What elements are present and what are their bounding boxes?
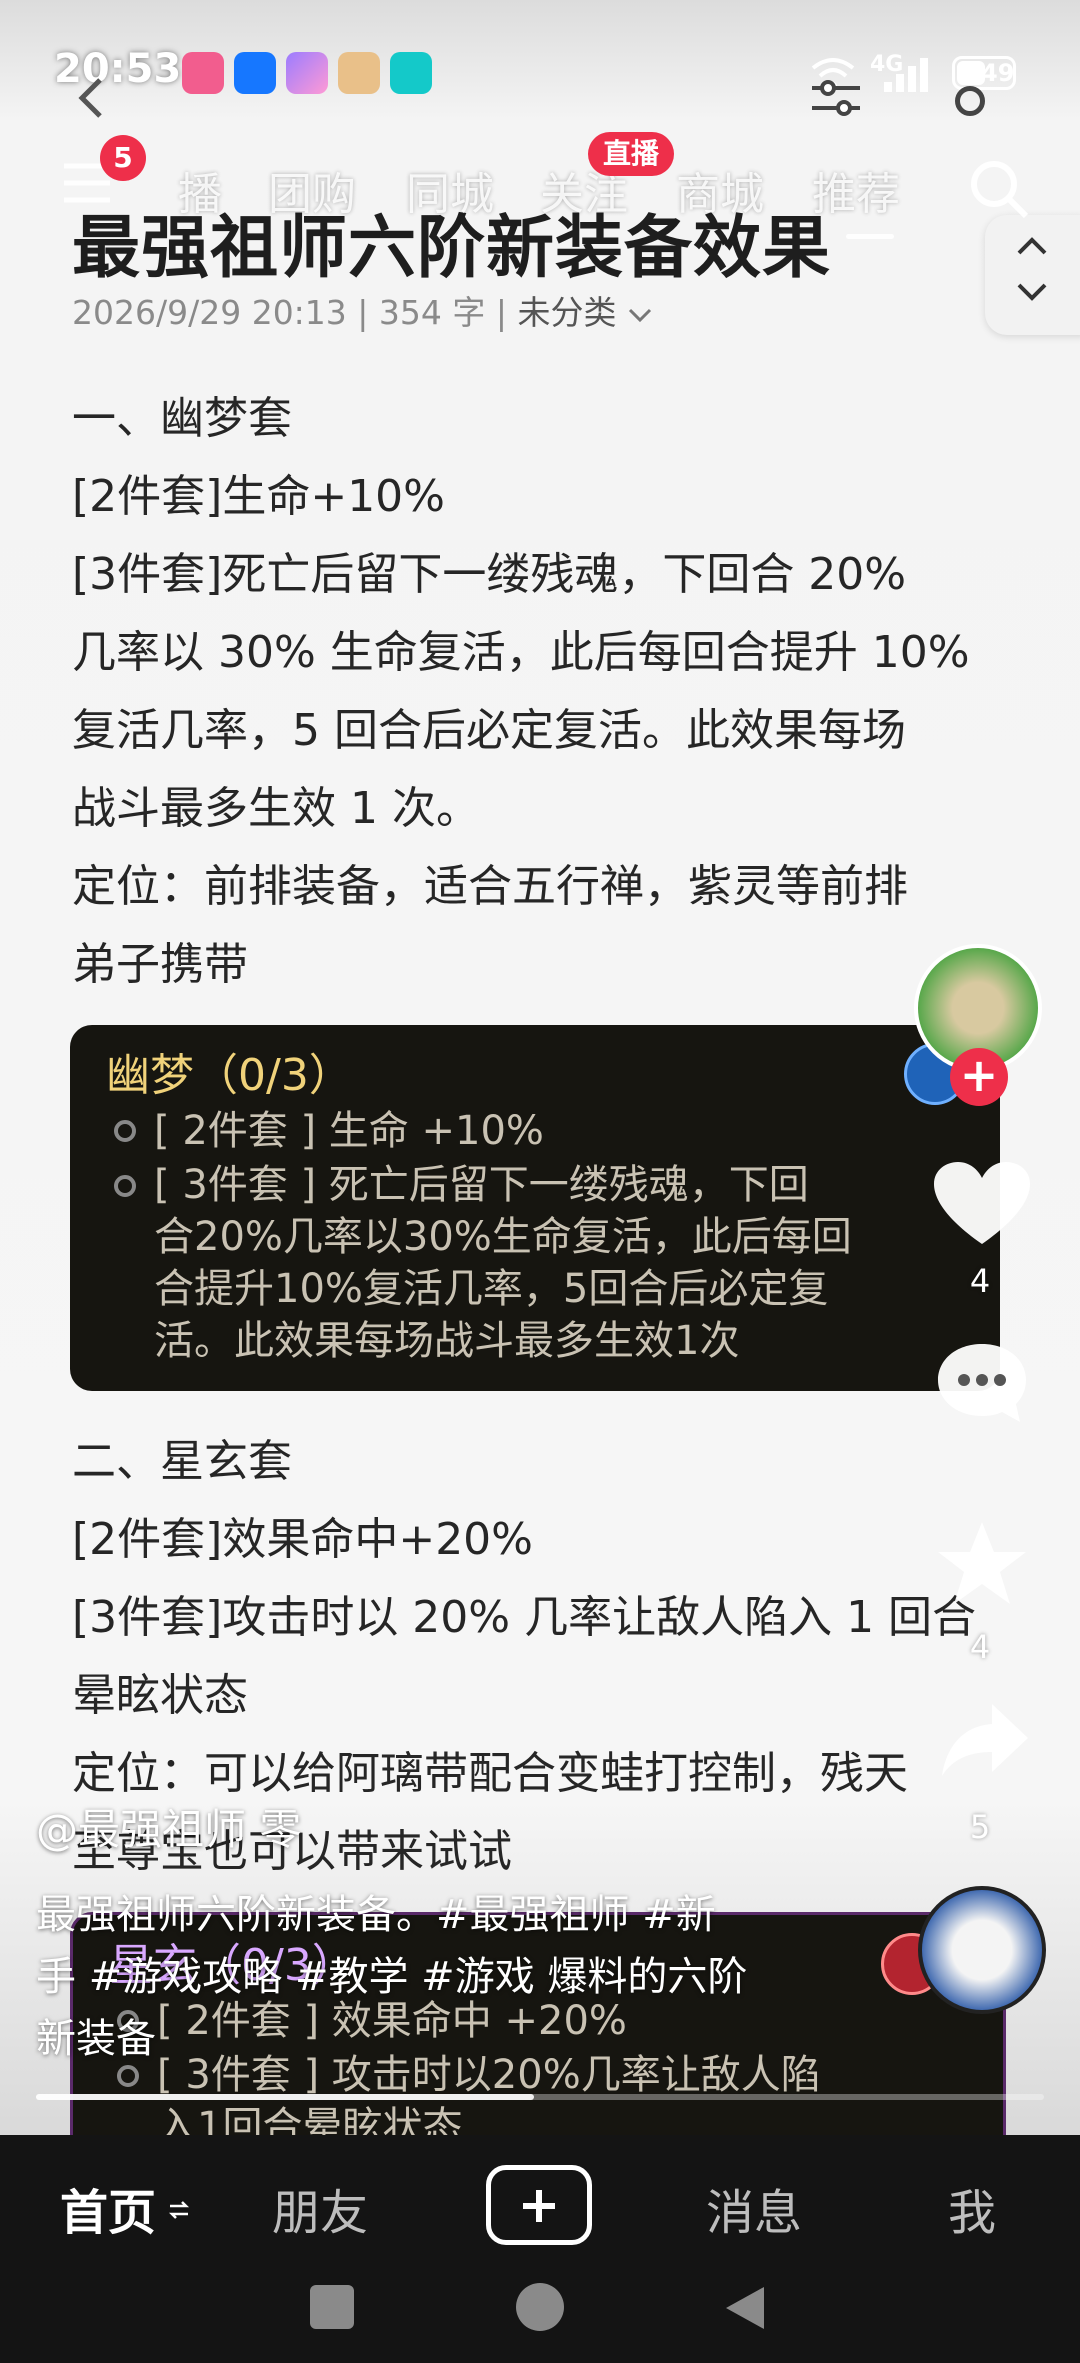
card-title: 幽梦（0/3） — [106, 1050, 353, 1101]
swirl-icon — [114, 1120, 136, 1142]
menu-badge: 5 — [100, 135, 146, 181]
alipay-icon — [234, 52, 276, 94]
text-line: 晕眩状态 — [72, 1670, 248, 1721]
author-handle[interactable]: @最强祖师 零 — [36, 1796, 301, 1857]
taptap-icon — [390, 52, 432, 94]
share-icon[interactable] — [938, 1700, 1030, 1780]
meta-divider: | — [357, 293, 379, 332]
battery-icon: 49 — [952, 56, 1016, 90]
article-date: 2026/9/29 20:13 — [72, 293, 347, 332]
section-heading: 一、幽梦套 — [72, 393, 292, 444]
heart-icon[interactable] — [932, 1160, 1032, 1250]
caption-line: 新装备 — [36, 2016, 156, 2062]
back-triangle-icon[interactable] — [722, 2283, 768, 2333]
settings-sliders-icon[interactable] — [808, 78, 864, 118]
article-category[interactable]: 未分类 — [518, 293, 617, 332]
chevron-down-icon[interactable] — [627, 293, 653, 332]
text-line: 弟子携带 — [72, 939, 248, 990]
comment-icon[interactable] — [934, 1340, 1030, 1426]
live-badge[interactable]: 直播 — [588, 132, 674, 176]
tab-recommend[interactable]: 推荐 — [812, 158, 900, 222]
video-progress-track[interactable] — [36, 2094, 1044, 2100]
tab-home[interactable]: 首页 — [60, 2173, 156, 2243]
back-icon[interactable] — [74, 76, 106, 120]
star-icon[interactable] — [934, 1518, 1030, 1608]
card-line: 合提升10%复活几率，5回合后必定复 — [154, 1266, 829, 1312]
swirl-icon — [117, 2065, 139, 2087]
text-line: 复活几率，5 回合后必定复活。此效果每场 — [72, 705, 906, 756]
section-heading: 二、星玄套 — [72, 1436, 292, 1487]
card-line: 合20%几率以30%生命复活，此后每回 — [154, 1214, 852, 1260]
swap-icon — [168, 2201, 190, 2219]
card-line: [ 2件套 ] 效果命中 +20% — [157, 1998, 627, 2044]
equipment-card-image: 幽梦（0/3） [ 2件套 ] 生命 +10% [ 3件套 ] 死亡后留下一缕残… — [70, 1025, 1000, 1391]
card-line: 入1回合晕眩状态 — [157, 2104, 463, 2135]
text-line: 战斗最多生效 1 次。 — [72, 783, 480, 834]
app-icon — [338, 52, 380, 94]
home-button[interactable] — [516, 2283, 564, 2331]
text-line: [3件套]攻击时以 20% 几率让敌人陷入 1 回合 — [72, 1592, 977, 1643]
chevron-up-icon[interactable] — [1015, 235, 1049, 257]
signal-icon — [884, 58, 928, 92]
tab-me[interactable]: 我 — [948, 2173, 996, 2243]
swirl-icon — [114, 1175, 136, 1197]
active-tab-indicator — [846, 234, 894, 239]
app-icon — [286, 52, 328, 94]
text-line: 几率以 30% 生命复活，此后每回合提升 10% — [72, 627, 970, 678]
recents-button[interactable] — [310, 2285, 354, 2329]
card-line: 活。此效果每场战斗最多生效1次 — [154, 1318, 740, 1364]
scroll-control — [985, 215, 1080, 335]
section1-text: 一、幽梦套 [2件套]生命+10% [3件套]死亡后留下一缕残魂，下回合 20%… — [72, 380, 1012, 1004]
caption-line: 手 #游戏攻略 #教学 #游戏 爆料的六阶 — [36, 1954, 748, 2000]
text-line: [3件套]死亡后留下一缕残魂，下回合 20% — [72, 549, 907, 600]
tab-nearby[interactable]: 同城 — [406, 158, 494, 222]
text-line: 定位：前排装备，适合五行禅，紫灵等前排 — [72, 861, 908, 912]
caption-line: 最强祖师六阶新装备。#最强祖师 #新 — [36, 1892, 716, 1938]
plus-icon — [523, 2190, 555, 2222]
search-icon[interactable] — [966, 156, 1032, 222]
bottom-nav: 首页 朋友 消息 我 — [0, 2135, 1080, 2363]
like-count: 4 — [969, 1262, 991, 1300]
meta-divider: | — [495, 293, 518, 332]
card-line: [ 3件套 ] 死亡后留下一缕残魂，下回 — [154, 1162, 809, 1208]
bilibili-icon — [182, 52, 224, 94]
tab-broadcast[interactable]: 播 — [178, 158, 222, 222]
tab-friends[interactable]: 朋友 — [272, 2173, 368, 2243]
follow-plus-icon[interactable]: + — [950, 1048, 1008, 1106]
music-disc-icon[interactable] — [918, 1886, 1046, 2014]
create-plus-button[interactable] — [486, 2165, 592, 2245]
card-line: [ 2件套 ] 生命 +10% — [154, 1108, 544, 1154]
article-meta: 2026/9/29 20:13 | 354 字 | 未分类 — [72, 286, 653, 334]
text-line: [2件套]效果命中+20% — [72, 1514, 533, 1565]
video-progress-fill — [36, 2094, 534, 2100]
tab-group-buy[interactable]: 团购 — [268, 158, 356, 222]
article-word-count: 354 字 — [378, 293, 486, 332]
tab-mall[interactable]: 商城 — [676, 158, 764, 222]
tab-messages[interactable]: 消息 — [706, 2173, 802, 2243]
battery-level: 49 — [981, 59, 1015, 87]
chevron-down-icon[interactable] — [1015, 281, 1049, 303]
favorite-count: 4 — [969, 1628, 991, 1666]
text-line: [2件套]生命+10% — [72, 471, 445, 522]
share-count: 5 — [969, 1808, 991, 1846]
more-icon[interactable] — [955, 86, 985, 116]
